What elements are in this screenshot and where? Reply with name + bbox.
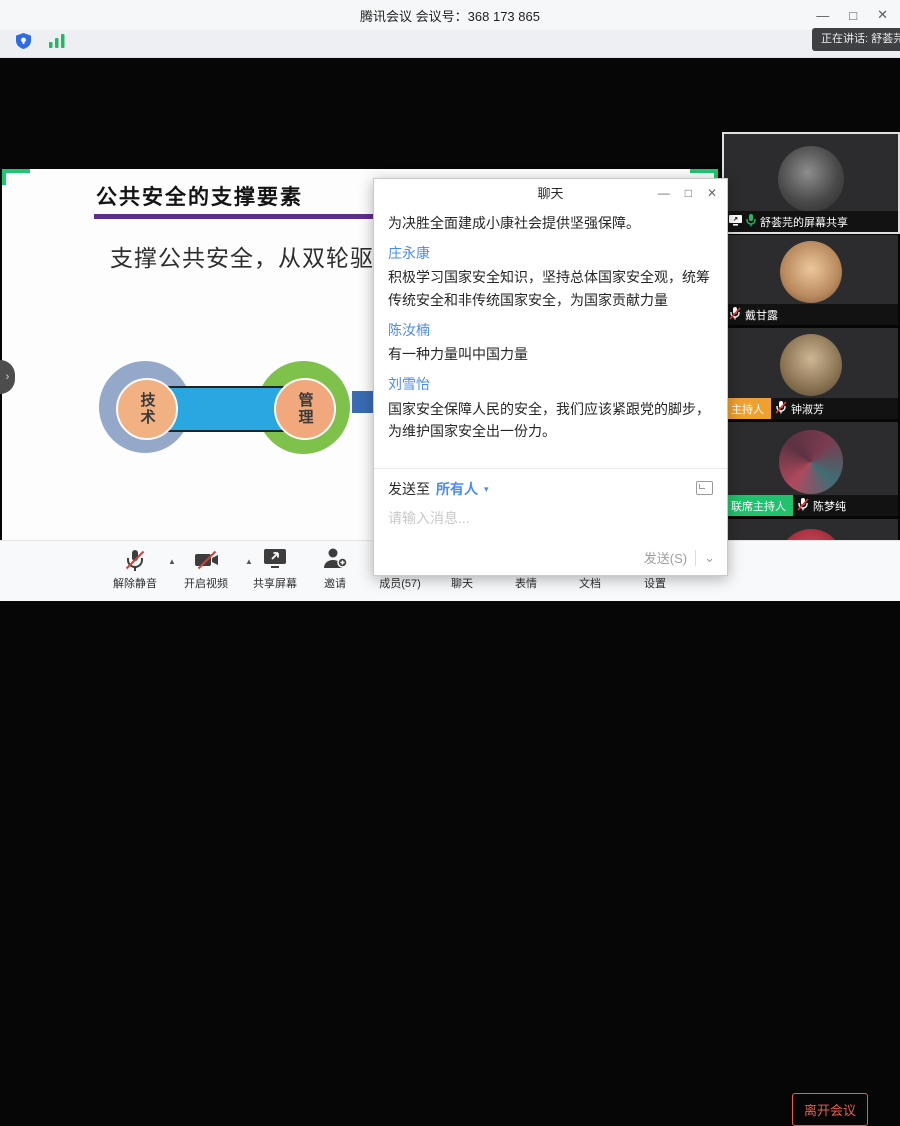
chat-message-input[interactable]: 请输入消息... <box>388 508 713 528</box>
participant-name: 舒荟芫的屏幕共享 <box>760 214 848 230</box>
window-controls: — □ ✕ <box>816 0 888 30</box>
send-options-chevron-icon[interactable]: ⌄ <box>704 550 715 566</box>
chat-window-controls: — □ ✕ <box>658 179 717 206</box>
slide-subtitle: 支撑公共安全，从双轮驱动 <box>110 239 398 273</box>
chevron-down-icon[interactable]: ▾ <box>484 484 489 495</box>
participant-tile[interactable]: 戴甘露 <box>724 235 898 325</box>
chat-message-text: 积极学习国家安全知识，坚持总体国家安全观，统筹传统安全和非传统国家安全，为国家贡… <box>388 266 713 311</box>
chat-message-text: 有一种力量叫中国力量 <box>388 343 713 366</box>
chat-message-text: 为决胜全面建成小康社会提供坚强保障。 <box>388 212 713 235</box>
share-screen-icon <box>262 546 288 575</box>
diagram-right-node: 管理 <box>274 378 336 440</box>
chat-sender-name[interactable]: 刘雪怡 <box>388 373 713 396</box>
speaking-toast-text: 正在讲话: 舒荟芫 <box>821 33 900 45</box>
slide-title: 公共安全的支撑要素 <box>96 181 303 211</box>
window-title: 腾讯会议 会议号：368 173 865 <box>360 6 540 25</box>
avatar <box>779 430 843 494</box>
network-signal-icon[interactable] <box>49 34 65 53</box>
chat-send-area: 发送至 所有人 ▾ 请输入消息... 发送(S) ⌄ <box>374 468 727 575</box>
send-to-selector[interactable]: 所有人 <box>436 479 478 499</box>
send-to-label: 发送至 <box>388 479 430 499</box>
chat-header[interactable]: 聊天 — □ ✕ <box>374 179 727 206</box>
participant-tile[interactable]: ✕ <box>724 519 898 540</box>
status-toolbar <box>0 30 900 58</box>
participant-namebar: 戴甘露 <box>724 304 898 325</box>
avatar <box>778 146 844 212</box>
screen-share-icon <box>729 215 742 229</box>
mic-on-icon <box>746 214 756 230</box>
chat-sender-name[interactable]: 庄永康 <box>388 242 713 265</box>
participant-tile-cohost[interactable]: 联席主持人 陈梦纯 <box>724 422 898 516</box>
send-to-row: 发送至 所有人 ▾ <box>388 479 713 499</box>
participant-tile-sharer[interactable]: 舒荟芫的屏幕共享 <box>724 134 898 232</box>
send-divider <box>695 550 696 566</box>
participant-namebar: 主持人 钟淑芳 <box>724 398 898 419</box>
title-bar: 腾讯会议 会议号：368 173 865 <box>0 0 900 30</box>
chat-message-text: 国家安全保障人民的安全，我们应该紧跟党的脚步，为维护国家安全出一份力。 <box>388 398 713 443</box>
participant-name: 钟淑芳 <box>791 401 824 417</box>
participant-namebar: 联席主持人 陈梦纯 <box>724 495 898 516</box>
leave-meeting-button[interactable]: 离开会议 <box>792 1093 868 1126</box>
diagram-left-node: 技术 <box>116 378 178 440</box>
start-video-button[interactable]: 开启视频 <box>168 546 244 591</box>
chat-maximize-button[interactable]: □ <box>685 186 692 200</box>
speaking-toast: 正在讲话: 舒荟芫 <box>812 28 900 51</box>
participant-name: 陈梦纯 <box>813 498 846 514</box>
camera-off-icon <box>194 548 218 572</box>
mic-muted-icon <box>797 498 809 514</box>
security-shield-icon[interactable] <box>16 33 31 54</box>
close-button[interactable]: ✕ <box>877 7 888 23</box>
send-row: 发送(S) ⌄ <box>644 548 715 567</box>
participant-namebar: 舒荟芫的屏幕共享 <box>724 211 898 232</box>
diagram-small-square <box>352 391 374 413</box>
avatar <box>780 241 842 303</box>
mic-muted-icon <box>775 401 787 417</box>
chat-close-button[interactable]: ✕ <box>707 186 717 200</box>
invite-icon <box>322 546 348 575</box>
chat-window: 聊天 — □ ✕ 为决胜全面建成小康社会提供坚强保障。 庄永康 积极学习国家安全… <box>373 178 728 576</box>
maximize-button[interactable]: □ <box>849 8 857 23</box>
avatar <box>779 529 843 540</box>
unmute-button[interactable]: 解除静音 <box>97 546 173 591</box>
chat-title: 聊天 <box>537 183 563 202</box>
cohost-badge: 联席主持人 <box>724 495 793 516</box>
chat-sender-name[interactable]: 陈汝楠 <box>388 319 713 342</box>
host-badge: 主持人 <box>724 398 771 419</box>
send-button[interactable]: 发送(S) <box>644 548 687 567</box>
chat-message-list[interactable]: 为决胜全面建成小康社会提供坚强保障。 庄永康 积极学习国家安全知识，坚持总体国家… <box>374 206 727 468</box>
avatar <box>780 334 842 396</box>
participant-tile-host[interactable]: 主持人 钟淑芳 <box>724 328 898 419</box>
mic-muted-icon <box>729 307 741 323</box>
mic-muted-icon <box>123 548 147 572</box>
minimize-button[interactable]: — <box>816 8 829 23</box>
participant-name: 戴甘露 <box>745 307 778 323</box>
pop-out-icon[interactable] <box>696 481 713 495</box>
chat-minimize-button[interactable]: — <box>658 186 670 200</box>
